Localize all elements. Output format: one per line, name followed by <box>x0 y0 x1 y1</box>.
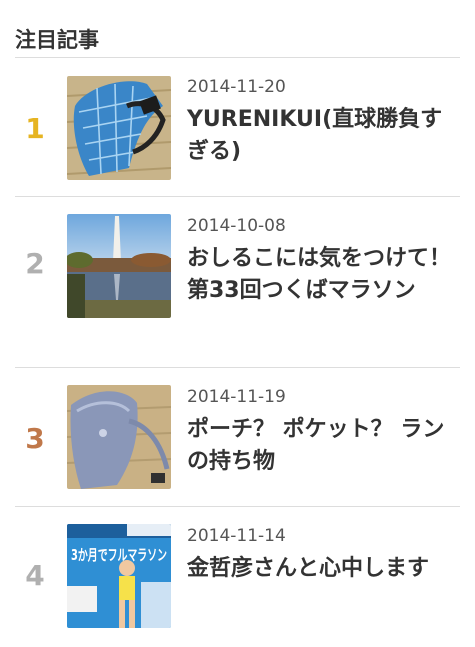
article-title-link[interactable]: 金哲彦さんと心中します <box>187 553 460 585</box>
widget-title: 注目記事 <box>15 22 460 58</box>
article-meta: 2014-10-08 おしるこには気をつけて！ 第33回つくばマラソン <box>187 215 473 307</box>
article-date: 2014-11-19 <box>187 387 286 407</box>
article-date: 2014-10-08 <box>187 216 286 236</box>
popular-articles-widget: 注目記事 1 2014-11-20 YURENIKUI(直球勝負すぎる) 2 2… <box>15 22 473 647</box>
article-item-3[interactable]: 3 2014-11-19 ポーチ？ ポケット？ ランの持ち物 <box>15 368 460 507</box>
thumbnail-image[interactable] <box>67 76 171 180</box>
monument-lake-photo <box>67 214 171 318</box>
article-date: 2014-11-20 <box>187 77 286 97</box>
article-meta: 2014-11-19 ポーチ？ ポケット？ ランの持ち物 <box>187 386 460 478</box>
thumbnail-image[interactable]: 3か月でフルマラソン <box>67 524 171 628</box>
rank-number: 2 <box>25 247 45 280</box>
grey-waist-pouch-photo <box>67 385 171 489</box>
cover-text: 3か月でフルマラソン <box>71 546 167 564</box>
marathon-magazine-cover-photo: 3か月でフルマラソン <box>67 524 171 628</box>
thumbnail-image[interactable] <box>67 385 171 489</box>
article-meta: 2014-11-14 金哲彦さんと心中します <box>187 525 460 585</box>
article-title-link[interactable]: おしるこには気をつけて！ 第33回つくばマラソン <box>187 243 473 307</box>
article-title-link[interactable]: ポーチ？ ポケット？ ランの持ち物 <box>187 414 460 478</box>
rank-number: 3 <box>25 422 45 455</box>
article-item-2[interactable]: 2 2014-10-08 おしるこには気をつけて！ 第33回つくばマラソン <box>15 197 473 368</box>
rank-number: 4 <box>25 559 45 592</box>
article-item-1[interactable]: 1 2014-11-20 YURENIKUI(直球勝負すぎる) <box>15 58 460 197</box>
article-date: 2014-11-14 <box>187 526 286 546</box>
article-item-4[interactable]: 4 3か月でフルマラソン 2014-11-14 金哲彦さんと心中します <box>15 507 460 647</box>
blue-plaid-bag-photo <box>67 76 171 180</box>
rank-number: 1 <box>25 112 45 145</box>
article-title-link[interactable]: YURENIKUI(直球勝負すぎる) <box>187 104 460 168</box>
article-list: 1 2014-11-20 YURENIKUI(直球勝負すぎる) 2 2014-1… <box>15 58 473 647</box>
thumbnail-image[interactable] <box>67 214 171 318</box>
article-meta: 2014-11-20 YURENIKUI(直球勝負すぎる) <box>187 76 460 168</box>
